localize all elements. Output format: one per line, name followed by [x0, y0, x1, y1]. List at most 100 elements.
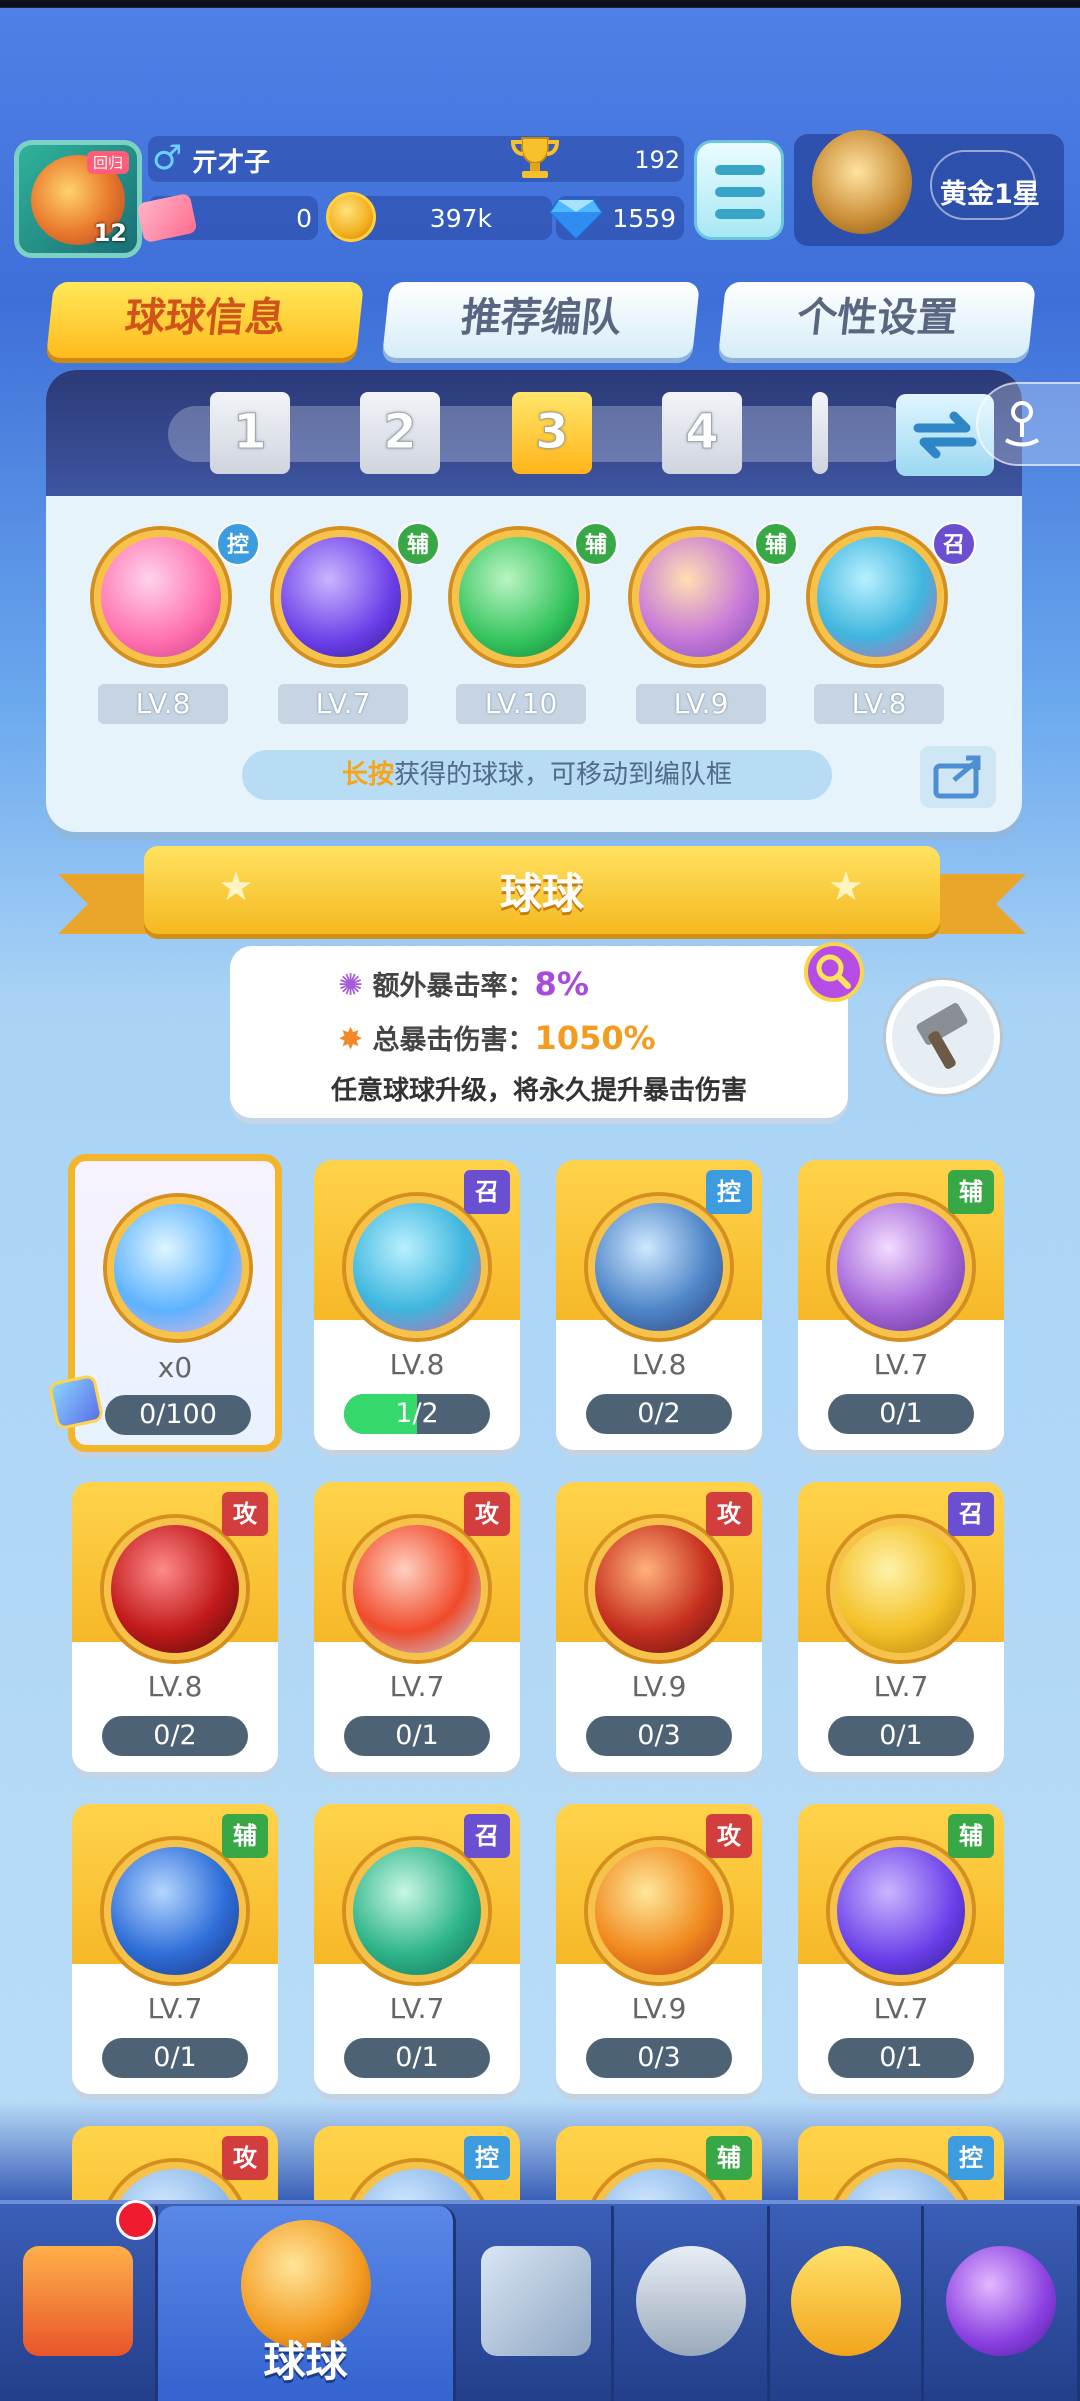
whistle-icon: [790, 2246, 901, 2356]
share-button[interactable]: [920, 746, 996, 808]
team-ball-2[interactable]: [274, 530, 408, 664]
team-slot-5-partial[interactable]: [812, 392, 828, 474]
team-ball-level: LV.8: [814, 684, 944, 724]
player-avatar[interactable]: 回归 12: [14, 140, 142, 258]
nav-label: 球球: [263, 2337, 348, 2386]
upgrade-progress-bar: 0/1: [102, 2038, 248, 2078]
upgrade-progress-bar: 0/3: [586, 1716, 732, 1756]
upgrade-progress-bar: 0/3: [586, 2038, 732, 2078]
ball-card[interactable]: 控 LV.8 0/2: [556, 1160, 762, 1450]
hint-keyword: 长按: [341, 760, 394, 790]
progress-text: 0/1: [879, 2042, 923, 2073]
nav-planet[interactable]: [924, 2206, 1080, 2401]
section-title: 球球: [499, 869, 584, 918]
swap-ball-icon: [107, 1197, 249, 1339]
team-panel: 1 2 3 4 控 LV.8 辅 LV.7 辅 LV.10 辅 LV.9 召 LV.8 长按获得的…: [46, 370, 1022, 832]
ball-level: LV.8: [147, 1670, 203, 1703]
team-slot-1[interactable]: 1: [210, 392, 290, 474]
magnify-button[interactable]: [804, 942, 864, 1002]
upgrade-progress-bar: 0/1: [344, 1716, 490, 1756]
team-ball-type-badge: 辅: [574, 522, 618, 566]
tab-recommended-team[interactable]: 推荐编队: [382, 282, 700, 358]
ball-type-tag: 攻: [706, 1814, 752, 1858]
hand-ball-icon: [830, 1518, 972, 1660]
ball-level: LV.9: [631, 1670, 687, 1703]
ball-card[interactable]: 召 LV.7 0/1: [314, 1804, 520, 2094]
ball-card[interactable]: 辅 LV.7 0/1: [798, 1160, 1004, 1450]
ball-level: LV.7: [873, 1670, 929, 1703]
person-pin-icon: [1004, 401, 1040, 447]
menu-bar-1: [715, 165, 765, 175]
trophy-icon: [510, 137, 560, 178]
location-float-button[interactable]: [976, 382, 1080, 466]
ball-level: LV.9: [631, 1992, 687, 2025]
search-icon: [816, 954, 851, 989]
crit-note: 任意球球升级，将永久提升暴击伤害: [330, 1076, 747, 1106]
nav-whistle[interactable]: [770, 2206, 924, 2401]
progress-text: 0/1: [153, 2042, 197, 2073]
planet-icon: [945, 2246, 1056, 2356]
flame-ball-icon: [588, 1840, 730, 1982]
team-slot-2[interactable]: 2: [360, 392, 440, 474]
section-ribbon: ★ ★ 球球: [58, 846, 1026, 942]
team-ball-3[interactable]: [452, 530, 586, 664]
ball-type-tag: 召: [464, 1170, 510, 1214]
fish-ball-icon: [346, 1196, 488, 1338]
upgrade-hammer-button[interactable]: [886, 980, 1000, 1094]
shop-icon: [22, 2246, 133, 2356]
team-ball-level: LV.10: [456, 684, 586, 724]
upgrade-progress-bar: 0/1: [828, 1394, 974, 1434]
team-ball-type-badge: 辅: [754, 522, 798, 566]
tab-ball-info[interactable]: 球球信息: [46, 282, 364, 358]
ball-card[interactable]: 攻 LV.8 0/2: [72, 1482, 278, 1772]
nav-ball-jar[interactable]: 球球: [158, 2206, 456, 2401]
rank-label: 黄金1星: [940, 179, 1040, 210]
ball-type-tag: 攻: [222, 1492, 268, 1536]
team-ball-type-badge: 辅: [396, 522, 440, 566]
ball-type-tag: 召: [948, 1492, 994, 1536]
total-crit-label: 总暴击伤害：: [372, 1025, 535, 1056]
ball-card[interactable]: 召 LV.7 0/1: [798, 1482, 1004, 1772]
ball-type-tag: 辅: [222, 1814, 268, 1858]
team-ball-1[interactable]: [94, 530, 228, 664]
ball-card[interactable]: 辅 LV.7 0/1: [72, 1804, 278, 2094]
ball-card[interactable]: 攻 LV.9 0/3: [556, 1804, 762, 2094]
ball-type-tag: 召: [464, 1814, 510, 1858]
team-ball-type-badge: 召: [932, 522, 976, 566]
progress-text: 0/3: [637, 2042, 681, 2073]
ball-card[interactable]: 攻 LV.9 0/3: [556, 1482, 762, 1772]
ball-count: x0: [157, 1351, 193, 1384]
team-ball-level: LV.7: [278, 684, 408, 724]
team-slot-4[interactable]: 4: [662, 392, 742, 474]
progress-text: 0/1: [879, 1398, 923, 1429]
hammer-icon: [916, 1003, 968, 1069]
upgrade-progress-bar: 0/2: [102, 1716, 248, 1756]
upgrade-progress-bar: 0/1: [828, 2038, 974, 2078]
team-ball-level: LV.8: [98, 684, 228, 724]
ball-type-tag: 控: [464, 2136, 510, 2180]
nav-crossed-swords[interactable]: [460, 2206, 614, 2401]
upgrade-progress-bar: 0/1: [344, 2038, 490, 2078]
ball-type-tag: 攻: [706, 1492, 752, 1536]
team-ball-4[interactable]: [632, 530, 766, 664]
tab-personal-settings[interactable]: 个性设置: [718, 282, 1036, 358]
ball-card[interactable]: 攻 LV.7 0/1: [314, 1482, 520, 1772]
nav-knight-helmet[interactable]: [614, 2206, 770, 2401]
ball-level: LV.8: [631, 1348, 687, 1381]
team-ball-5[interactable]: [810, 530, 944, 664]
avatar-return-tag: 回归: [86, 151, 129, 174]
lightning-ball-icon: [830, 1840, 972, 1982]
progress-text: 0/100: [139, 1399, 217, 1430]
player-name: 亓才子: [192, 148, 271, 178]
progress-text: 0/1: [879, 1720, 923, 1751]
ball-level: LV.7: [873, 1992, 929, 2025]
team-slot-3[interactable]: 3: [512, 392, 592, 474]
avatar-level: 12: [93, 219, 127, 247]
ball-card[interactable]: 辅 LV.7 0/1: [798, 1804, 1004, 2094]
progress-text: 1/2: [395, 1398, 439, 1429]
upgrade-progress-bar: 0/2: [586, 1394, 732, 1434]
menu-button[interactable]: [694, 140, 784, 240]
menu-bar-2: [715, 187, 765, 197]
ball-card[interactable]: 召 LV.8 1/2: [314, 1160, 520, 1450]
progress-text: 0/1: [395, 2042, 439, 2073]
